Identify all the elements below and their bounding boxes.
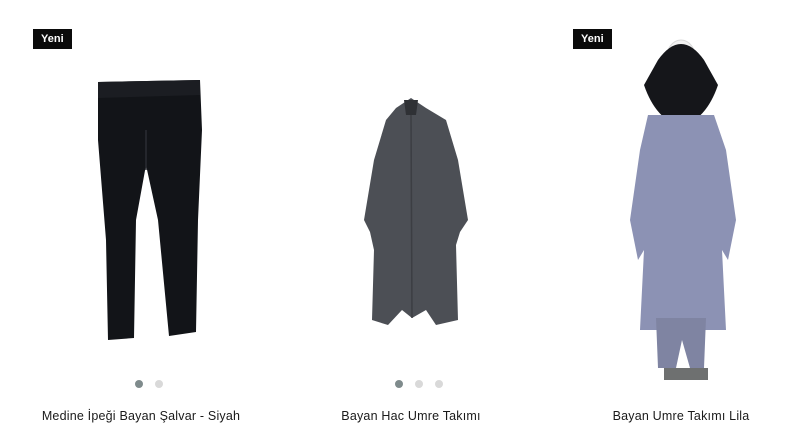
black-trousers-image[interactable] bbox=[6, 20, 276, 390]
product-title[interactable]: Bayan Hac Umre Takımı bbox=[276, 409, 546, 423]
carousel-dot[interactable] bbox=[135, 380, 143, 388]
product-title[interactable]: Bayan Umre Takımı Lila bbox=[546, 409, 800, 423]
new-badge: Yeni bbox=[573, 29, 612, 49]
carousel-dot[interactable] bbox=[415, 380, 423, 388]
carousel-dot[interactable] bbox=[395, 380, 403, 388]
product-grid: Yeni Medine İpeği Bayan Şalvar - Siyah B… bbox=[0, 0, 800, 432]
new-badge: Yeni bbox=[33, 29, 72, 49]
carousel-dots bbox=[276, 380, 546, 390]
carousel-dots bbox=[6, 380, 276, 390]
product-card[interactable]: Yeni Bayan Umre Takımı Lila bbox=[546, 0, 800, 432]
grey-long-coat-image[interactable] bbox=[276, 20, 546, 390]
product-card[interactable]: Bayan Hac Umre Takımı bbox=[276, 0, 546, 432]
carousel-dot[interactable] bbox=[155, 380, 163, 388]
carousel-dot[interactable] bbox=[435, 380, 443, 388]
product-title[interactable]: Medine İpeği Bayan Şalvar - Siyah bbox=[6, 409, 276, 423]
product-card[interactable]: Yeni Medine İpeği Bayan Şalvar - Siyah bbox=[6, 0, 276, 432]
lilac-hijab-set-image[interactable] bbox=[546, 20, 800, 390]
